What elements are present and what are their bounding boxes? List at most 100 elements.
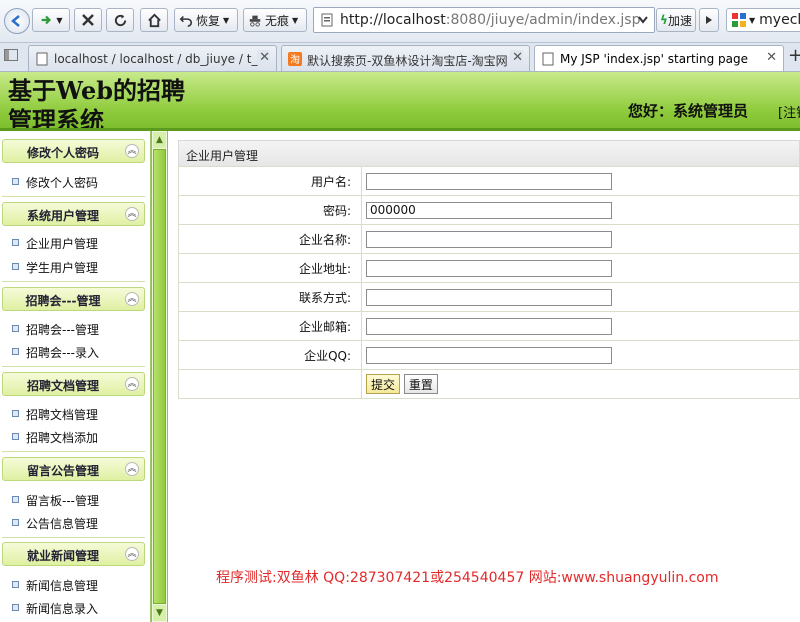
collapse-icon[interactable]: ︽ [125,377,139,391]
bullet-icon [12,519,19,526]
menu-item-label: 招聘文档管理 [26,408,99,422]
tab-bar: localhost / localhost / db_jiuye / t_...… [0,43,800,72]
tab-localhost[interactable]: localhost / localhost / db_jiuye / t_...… [28,45,277,71]
menu-group-title: 就业新闻管理 [26,549,99,563]
form-row-qq: 企业QQ: [178,340,800,370]
form-row-contact: 联系方式: [178,282,800,312]
menu-group-system-users[interactable]: 系统用户管理 ︽ [2,202,145,226]
address-host: http://localhost [340,12,446,28]
form-row-password: 密码: [178,195,800,225]
no-trace-label: 无痕 [265,13,290,28]
company-user-form: 用户名: 密码: 企业名称: 企业地址: 联系方式: 企业邮箱: 企业QQ: [178,166,800,399]
menu-group-password[interactable]: 修改个人密码 ︽ [2,139,145,163]
chevron-down-icon: ▼ [292,15,299,25]
reset-button[interactable]: 重置 [403,374,438,394]
search-engine-icon [732,13,746,27]
scroll-up-icon[interactable]: ▲ [153,132,166,148]
field-cell [361,166,800,196]
restore-button[interactable]: 恢复 ▼ [174,8,238,32]
collapse-icon[interactable]: ︽ [125,462,139,476]
speed-button[interactable]: ϟ 加速 [656,8,696,32]
form-row-username: 用户名: [178,166,800,196]
bullet-icon [12,433,19,440]
tab-grid-icon [5,50,9,60]
taobao-icon: 淘 [288,52,302,66]
incognito-icon [249,15,261,27]
tab-index-jsp[interactable]: My JSP 'index.jsp' starting page ✕ [534,45,784,71]
menu-group-title: 招聘文档管理 [26,379,99,393]
browser-toolbar: ▼ 恢复 ▼ 无痕 ▼ http://localhost:8080/jiuye/… [0,0,800,43]
field-cell [361,253,800,283]
field-label: 联系方式: [178,282,362,312]
menu-group-title: 系统用户管理 [26,209,99,223]
contact-input[interactable] [366,288,612,306]
stop-button[interactable] [74,8,102,32]
bullet-icon [12,348,19,355]
tab-list-button[interactable] [4,49,18,61]
menu-group-news[interactable]: 就业新闻管理 ︽ [2,542,145,566]
form-row-company-name: 企业名称: [178,224,800,254]
menu-group-recruit-docs[interactable]: 招聘文档管理 ︽ [2,372,145,396]
logout-link[interactable]: [注销 [778,102,800,121]
field-label: 密码: [178,195,362,225]
scroll-down-icon[interactable]: ▼ [153,605,166,621]
add-tab-icon[interactable]: + [788,45,800,66]
divider [2,281,145,282]
scroll-thumb[interactable] [153,149,166,604]
company-name-input[interactable] [366,230,612,248]
address-bar[interactable]: http://localhost:8080/jiuye/admin/index.… [313,7,655,33]
field-label: 企业地址: [178,253,362,283]
submit-button[interactable]: 提交 [366,374,401,394]
tab-taobao[interactable]: 淘 默认搜索页-双鱼林设计淘宝店-淘宝网 ✕ [281,45,530,71]
collapse-icon[interactable]: ︽ [125,292,139,306]
username-input[interactable] [366,172,612,190]
menu-group-job-fairs[interactable]: 招聘会---管理 ︽ [2,287,145,311]
search-value: myecl [759,12,800,28]
system-title: 基于Web的招聘管理系统 [8,76,186,135]
bullet-icon [12,178,19,185]
bullet-icon [12,496,19,503]
actions-cell: 提交 重置 [361,369,800,399]
sidebar-scrollbar[interactable]: ▲ ▼ [151,131,168,622]
qq-input[interactable] [366,346,612,364]
collapse-icon[interactable]: ︽ [125,144,139,158]
refresh-icon [114,14,126,26]
back-button[interactable] [4,8,30,34]
refresh-button[interactable] [106,8,134,32]
divider [2,196,145,197]
home-button[interactable] [140,8,168,32]
field-cell [361,311,800,341]
tab-label: localhost / localhost / db_jiuye / t_... [54,52,269,66]
restore-label: 恢复 [196,13,221,28]
menu-group-title: 留言公告管理 [26,464,99,478]
menu-group-messages[interactable]: 留言公告管理 ︽ [2,457,145,481]
back-arrow-icon [11,15,20,27]
address-dropdown-button[interactable] [632,8,654,32]
empty-cell [178,369,362,399]
chevron-down-icon [638,16,648,24]
menu-item-label: 修改个人密码 [26,176,99,190]
collapse-icon[interactable]: ︽ [125,207,139,221]
company-address-input[interactable] [366,259,612,277]
email-input[interactable] [366,317,612,335]
tab-label: My JSP 'index.jsp' starting page [560,52,749,66]
tab-label: 默认搜索页-双鱼林设计淘宝店-淘宝网 [307,54,508,68]
form-row-email: 企业邮箱: [178,311,800,341]
field-label: 用户名: [178,166,362,196]
close-icon[interactable]: ✕ [766,50,777,65]
main-content: 企业用户管理 用户名: 密码: 企业名称: 企业地址: 联系方式: 企业邮箱: … [168,131,800,622]
field-cell [361,195,800,225]
search-box[interactable]: ▼ myecl [726,8,800,32]
close-icon[interactable]: ✕ [510,50,523,65]
collapse-icon[interactable]: ︽ [125,547,139,561]
forward-button[interactable]: ▼ [32,8,70,32]
form-row-company-address: 企业地址: [178,253,800,283]
field-cell [361,340,800,370]
password-input[interactable] [366,201,612,219]
no-trace-button[interactable]: 无痕 ▼ [243,8,307,32]
play-button[interactable] [699,8,719,32]
field-cell [361,224,800,254]
close-icon[interactable]: ✕ [257,50,270,65]
address-path: :8080/jiuye/admin/index.jsp [445,12,641,28]
footer-credit: 程序测试:双鱼林 QQ:287307421或254540457 网站:www.s… [216,570,719,586]
